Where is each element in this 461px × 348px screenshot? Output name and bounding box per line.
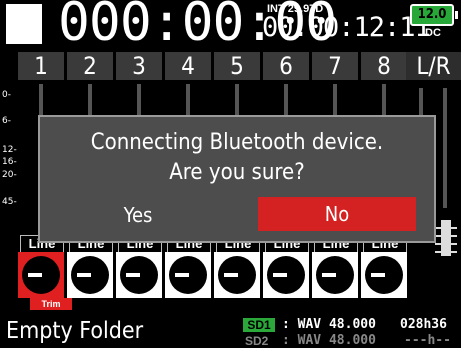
channel-lr-label[interactable]: L/R <box>406 52 461 80</box>
bluetooth-confirm-dialog: Connecting Bluetooth device. Are you sur… <box>38 115 436 243</box>
timecode-value: 00:00:12:11 <box>262 12 431 43</box>
trim-knob[interactable] <box>263 252 309 298</box>
channel-number-row: 1 2 3 4 5 6 7 8 L/R <box>0 52 461 80</box>
power-source-label: DC <box>425 27 441 39</box>
trim-knob[interactable] <box>116 252 162 298</box>
folder-name: Empty Folder <box>6 318 144 344</box>
record-status-icon <box>6 4 42 44</box>
knob-icon <box>365 256 403 294</box>
channel-6-label[interactable]: 6 <box>263 52 309 80</box>
meter-scale-45: 45- <box>2 197 17 207</box>
sd2-label: SD2 <box>245 334 269 348</box>
knob-icon <box>71 256 109 294</box>
knob-icon <box>169 256 207 294</box>
no-button[interactable]: No <box>258 197 416 231</box>
trim-knob[interactable] <box>312 252 358 298</box>
knob-icon <box>316 256 354 294</box>
channel-3-label[interactable]: 3 <box>116 52 162 80</box>
battery-voltage-icon: 12.0 <box>410 4 458 26</box>
sd1-badge: SD1 <box>243 318 275 332</box>
channel-5-label[interactable]: 5 <box>214 52 260 80</box>
knob-icon <box>267 256 305 294</box>
knob-icon <box>22 256 60 294</box>
channel-7-label[interactable]: 7 <box>312 52 358 80</box>
trim-knob[interactable] <box>214 252 260 298</box>
trim-knob[interactable] <box>165 252 211 298</box>
channel-2-label[interactable]: 2 <box>67 52 113 80</box>
dialog-message-line-1: Connecting Bluetooth device. <box>90 130 384 155</box>
knob-icon <box>218 256 256 294</box>
meter-scale-6: 6- <box>2 116 11 126</box>
channel-4-label[interactable]: 4 <box>165 52 211 80</box>
channel-1-label[interactable]: 1 <box>18 52 64 80</box>
knob-icon <box>120 256 158 294</box>
meter-scale-0: 0- <box>2 90 11 100</box>
sd2-remaining-time: ---h-- <box>404 333 451 348</box>
channel-8-label[interactable]: 8 <box>361 52 407 80</box>
meter-scale-16: 16- <box>2 157 17 167</box>
sd2-format: : WAV 48.000 <box>282 333 376 348</box>
sd1-format: : WAV 48.000 <box>282 317 376 332</box>
trim-label: Trim <box>30 298 72 310</box>
trim-knob[interactable] <box>361 252 407 298</box>
trim-knob[interactable] <box>67 252 113 298</box>
sd1-remaining-time: 028h36 <box>400 317 447 332</box>
trim-knob-selected[interactable] <box>18 252 64 298</box>
yes-button[interactable]: Yes <box>78 199 198 231</box>
meter-scale-20: 20- <box>2 170 17 180</box>
dialog-message-line-2: Are you sure? <box>169 160 305 185</box>
meter-scale-12: 12- <box>2 145 17 155</box>
